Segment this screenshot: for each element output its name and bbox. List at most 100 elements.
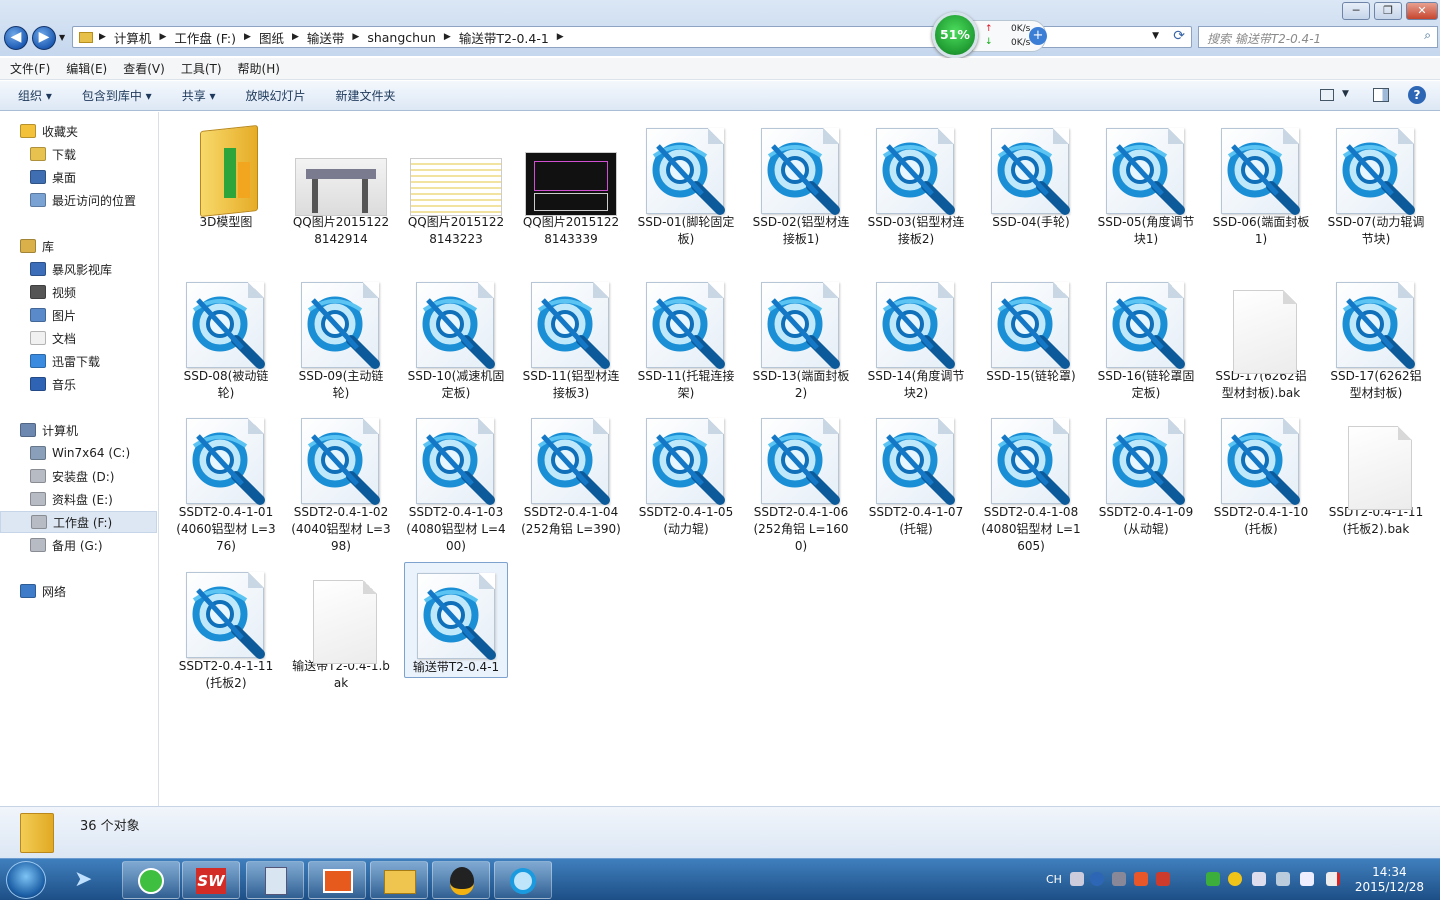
sidebar-item[interactable]: 暴风影视库 bbox=[0, 258, 157, 280]
file-item[interactable]: SSDT2-0.4-1-06 (252角铝 L=1600) bbox=[749, 408, 853, 555]
start-button[interactable] bbox=[6, 861, 46, 899]
file-item[interactable]: SSD-11(托辊连接架) bbox=[634, 272, 738, 402]
file-item[interactable]: SSD-14(角度调节块2) bbox=[864, 272, 968, 402]
file-item[interactable]: 输送带T2-0.4-1 bbox=[404, 562, 508, 678]
file-item[interactable]: SSD-17(6262铝型材封板) bbox=[1324, 272, 1428, 402]
display-icon[interactable] bbox=[1300, 872, 1314, 886]
chevron-right-icon[interactable]: ▶ bbox=[99, 32, 106, 42]
file-item[interactable]: SSDT2-0.4-1-05 (动力辊) bbox=[634, 408, 738, 538]
new-folder-button[interactable]: 新建文件夹 bbox=[336, 87, 396, 104]
breadcrumb-item[interactable]: 图纸 ▶ bbox=[259, 28, 307, 47]
file-item[interactable]: SSDT2-0.4-1-01 (4060铝型材 L=376) bbox=[174, 408, 278, 555]
chevron-right-icon[interactable]: ▶ bbox=[352, 32, 359, 42]
chevron-right-icon[interactable]: ▶ bbox=[244, 32, 251, 42]
file-item[interactable]: 输送带T2-0.4-1.bak bbox=[289, 562, 393, 692]
file-item[interactable]: SSDT2-0.4-1-02 (4040铝型材 L=398) bbox=[289, 408, 393, 555]
breadcrumb-item[interactable]: 计算机 ▶ bbox=[114, 28, 174, 47]
slideshow-button[interactable]: 放映幻灯片 bbox=[246, 87, 306, 104]
file-item[interactable]: QQ图片20151228142914 bbox=[289, 118, 393, 248]
network-tray-icon[interactable] bbox=[1276, 872, 1290, 886]
file-item[interactable]: 3D模型图 bbox=[174, 118, 278, 231]
taskbar-explorer-icon[interactable] bbox=[370, 861, 428, 899]
file-item[interactable]: SSD-06(端面封板1) bbox=[1209, 118, 1313, 248]
plus-app-icon[interactable] bbox=[1228, 872, 1242, 886]
file-item[interactable]: QQ图片20151228143223 bbox=[404, 118, 508, 248]
file-item[interactable]: SSDT2-0.4-1-09 (从动辊) bbox=[1094, 408, 1198, 538]
net-monitor-widget[interactable]: ↑ ↓ 0K/s 0K/s + 51% bbox=[932, 12, 1056, 58]
shield-icon[interactable] bbox=[1206, 872, 1220, 886]
maximize-button[interactable]: ❐ bbox=[1374, 2, 1402, 20]
menu-edit[interactable]: 编辑(E) bbox=[66, 60, 107, 77]
ime-settings-icon[interactable] bbox=[1112, 872, 1126, 886]
ime-help-icon[interactable] bbox=[1090, 872, 1104, 886]
file-item[interactable]: SSDT2-0.4-1-08 (4080铝型材 L=1605) bbox=[979, 408, 1083, 555]
sidebar-item[interactable]: 文档 bbox=[0, 327, 157, 349]
file-item[interactable]: SSD-05(角度调节块1) bbox=[1094, 118, 1198, 248]
organize-button[interactable]: 组织 ▾ bbox=[18, 87, 52, 104]
box-app-icon[interactable] bbox=[1134, 872, 1148, 886]
menu-view[interactable]: 查看(V) bbox=[123, 60, 165, 77]
muted-speaker-icon[interactable] bbox=[1326, 872, 1340, 886]
sidebar-item[interactable]: 图片 bbox=[0, 304, 157, 326]
sidebar-item[interactable]: 安装盘 (D:) bbox=[0, 465, 157, 487]
taskbar-presentation-icon[interactable] bbox=[308, 861, 366, 899]
volume-icon[interactable] bbox=[1252, 872, 1266, 886]
file-item[interactable]: SSD-17(6262铝型材封板).bak bbox=[1209, 272, 1313, 402]
file-item[interactable]: SSD-16(链轮罩固定板) bbox=[1094, 272, 1198, 402]
plus-icon[interactable]: + bbox=[1029, 27, 1047, 45]
file-item[interactable]: SSD-09(主动链轮) bbox=[289, 272, 393, 402]
view-dropdown-icon[interactable]: ▼ bbox=[1342, 89, 1349, 99]
sidebar-item[interactable]: 音乐 bbox=[0, 373, 157, 395]
chevron-right-icon[interactable]: ▶ bbox=[557, 32, 564, 42]
breadcrumb-item[interactable]: shangchun ▶ bbox=[367, 30, 459, 45]
clock[interactable]: 14:34 2015/12/28 bbox=[1355, 865, 1424, 895]
breadcrumb-item[interactable]: 输送带 ▶ bbox=[307, 28, 367, 47]
sidebar-item[interactable]: 收藏夹 bbox=[0, 120, 157, 142]
file-item[interactable]: SSDT2-0.4-1-04 (252角铝 L=390) bbox=[519, 408, 623, 538]
search-input[interactable]: 搜索 输送带T2-0.4-1 ⌕ bbox=[1198, 26, 1438, 48]
search-icon[interactable]: ⌕ bbox=[1424, 28, 1431, 43]
language-indicator[interactable]: CH bbox=[1046, 873, 1062, 886]
file-item[interactable]: QQ图片20151228143339 bbox=[519, 118, 623, 248]
file-item[interactable]: SSD-04(手轮) bbox=[979, 118, 1083, 231]
sidebar-item[interactable]: Win7x64 (C:) bbox=[0, 442, 157, 464]
history-dropdown-icon[interactable]: ▼ bbox=[59, 33, 65, 42]
file-item[interactable]: SSDT2-0.4-1-11 (托板2).bak bbox=[1324, 408, 1428, 538]
sidebar-item[interactable]: 工作盘 (F:) bbox=[0, 511, 157, 533]
file-item[interactable]: SSD-01(脚轮固定板) bbox=[634, 118, 738, 248]
sidebar-item[interactable]: 资料盘 (E:) bbox=[0, 488, 157, 510]
file-item[interactable]: SSD-11(铝型材连接板3) bbox=[519, 272, 623, 402]
file-item[interactable]: SSDT2-0.4-1-03 (4080铝型材 L=400) bbox=[404, 408, 508, 555]
taskbar-360-icon[interactable] bbox=[122, 861, 180, 899]
file-item[interactable]: SSD-03(铝型材连接板2) bbox=[864, 118, 968, 248]
menu-tools[interactable]: 工具(T) bbox=[181, 60, 222, 77]
chevron-right-icon[interactable]: ▶ bbox=[444, 32, 451, 42]
sidebar-item[interactable]: 最近访问的位置 bbox=[0, 189, 157, 211]
file-item[interactable]: SSD-02(铝型材连接板1) bbox=[749, 118, 853, 248]
security-app-icon[interactable] bbox=[1156, 872, 1170, 886]
include-in-library-button[interactable]: 包含到库中 ▾ bbox=[82, 87, 152, 104]
share-button[interactable]: 共享 ▾ bbox=[182, 87, 216, 104]
minimize-button[interactable]: ─ bbox=[1342, 2, 1370, 20]
sidebar-item[interactable]: 备用 (G:) bbox=[0, 534, 157, 556]
sidebar-item[interactable]: 视频 bbox=[0, 281, 157, 303]
taskbar-calculator-icon[interactable] bbox=[246, 861, 304, 899]
sidebar-item[interactable]: 库 bbox=[0, 235, 157, 257]
view-options-icon[interactable] bbox=[1320, 89, 1334, 101]
back-button[interactable]: ◀ bbox=[4, 26, 28, 50]
preview-pane-icon[interactable] bbox=[1373, 88, 1389, 102]
file-item[interactable]: SSD-13(端面封板2) bbox=[749, 272, 853, 402]
keyboard-icon[interactable] bbox=[1070, 872, 1084, 886]
sidebar-item[interactable]: 计算机 bbox=[0, 419, 157, 441]
chevron-right-icon[interactable]: ▶ bbox=[159, 32, 166, 42]
taskbar-solidworks-icon[interactable]: SW bbox=[182, 861, 240, 899]
taskbar-qq-icon[interactable] bbox=[432, 861, 490, 899]
sidebar-item[interactable]: 网络 bbox=[0, 580, 157, 602]
menu-file[interactable]: 文件(F) bbox=[10, 60, 50, 77]
breadcrumb-item[interactable]: 输送带T2-0.4-1 ▶ bbox=[459, 28, 572, 47]
close-button[interactable]: ✕ bbox=[1406, 2, 1438, 20]
file-item[interactable]: SSD-15(链轮罩) bbox=[979, 272, 1083, 385]
file-item[interactable]: SSD-07(动力辊调节块) bbox=[1324, 118, 1428, 248]
file-item[interactable]: SSD-10(减速机固定板) bbox=[404, 272, 508, 402]
refresh-icon[interactable]: ⟳ bbox=[1173, 28, 1185, 44]
